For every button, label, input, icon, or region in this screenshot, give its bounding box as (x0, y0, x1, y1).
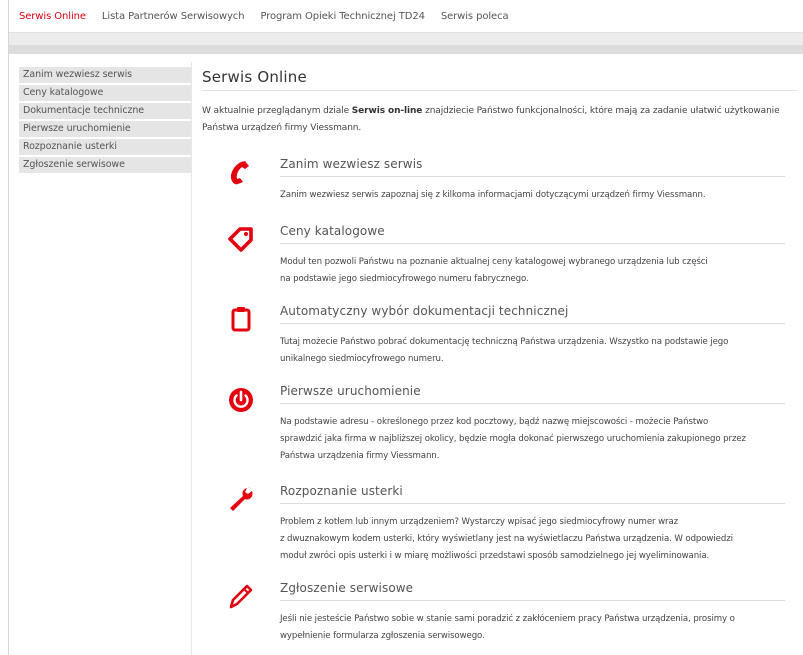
section-description-line: Zanim wezwiesz serwis zapoznaj się z kil… (280, 190, 706, 200)
section-description: Tutaj możecie Państwo pobrać dokumentacj… (280, 334, 790, 368)
section-description-line: wypełnienie formularza zgłoszenia serwis… (280, 631, 485, 641)
clipboard-icon (231, 307, 251, 332)
header-band-strip (9, 45, 803, 54)
section-title[interactable]: Zgłoszenie serwisowe (280, 581, 785, 601)
wrench-icon (230, 487, 253, 511)
intro-bold: Serwis on-line (351, 106, 423, 116)
intro-text-end: znajdziecie Państwo funkcjonalności, któ… (422, 106, 780, 116)
intro-text: W aktualnie przeglądanym dziale Serwis o… (202, 103, 787, 137)
sidebar-item-zanim-wezwiesz[interactable]: Zanim wezwiesz serwis (19, 67, 191, 83)
section-description-line: na podstawie jego siedmiocyfrowego numer… (280, 274, 529, 284)
section-description-line: unikalnego siedmiocyfrowego numeru. (280, 354, 444, 364)
sidebar-divider (191, 62, 192, 655)
section-description-line: Państwa urządzenia firmy Viessmann. (280, 451, 440, 461)
intro-text-start: W aktualnie przeglądanym dziale (202, 106, 352, 116)
section-title[interactable]: Rozpoznanie usterki (280, 484, 785, 504)
topnav-serwis-poleca[interactable]: Serwis poleca (441, 11, 509, 22)
power-icon (229, 388, 253, 412)
section-title[interactable]: Zanim wezwiesz serwis (280, 157, 785, 177)
section-description-line: z dwuznakowym kodem usterki, który wyświ… (280, 534, 733, 544)
topnav-program-opieki[interactable]: Program Opieki Technicznej TD24 (260, 11, 425, 22)
section-description-line: Na podstawie adresu - określonego przez … (280, 417, 709, 427)
intro-text-line2: Państwa urządzeń firmy Viessmann. (202, 123, 362, 133)
section-description: Zanim wezwiesz serwis zapoznaj się z kil… (280, 187, 790, 204)
section-title[interactable]: Automatyczny wybór dokumentacji technicz… (280, 304, 785, 324)
sidebar-item-zgloszenie[interactable]: Zgłoszenie serwisowe (19, 157, 191, 173)
section-description-line: sprawdzić jaka firma w najbliższej okoli… (280, 434, 746, 444)
pencil-icon (229, 584, 253, 609)
page-title: Serwis Online (202, 62, 797, 91)
section-description: Jeśli nie jesteście Państwo sobie w stan… (280, 611, 790, 645)
section-description: Moduł ten pozwoli Państwu na poznanie ak… (280, 254, 790, 288)
sidebar-item-rozpoznanie-usterki[interactable]: Rozpoznanie usterki (19, 139, 191, 155)
phone-icon (231, 161, 249, 185)
sidebar: Zanim wezwiesz serwis Ceny katalogowe Do… (19, 67, 191, 175)
top-navigation: Serwis Online Lista Partnerów Serwisowyc… (9, 0, 803, 32)
page-frame: Serwis Online Lista Partnerów Serwisowyc… (8, 0, 803, 655)
topnav-lista-partnerow[interactable]: Lista Partnerów Serwisowych (102, 11, 245, 22)
main-content: Serwis Online W aktualnie przeglądanym d… (202, 62, 797, 641)
section-description-line: Problem z kotłem lub innym urządzeniem? … (280, 517, 679, 527)
topnav-serwis-online[interactable]: Serwis Online (19, 11, 86, 22)
sidebar-item-dokumentacje[interactable]: Dokumentacje techniczne (19, 103, 191, 119)
section-description-line: Moduł ten pozwoli Państwu na poznanie ak… (280, 257, 708, 267)
section-description: Na podstawie adresu - określonego przez … (280, 414, 790, 465)
section-title[interactable]: Pierwsze uruchomienie (280, 384, 785, 404)
sidebar-item-ceny-katalogowe[interactable]: Ceny katalogowe (19, 85, 191, 101)
section-description: Problem z kotłem lub innym urządzeniem? … (280, 514, 790, 565)
sidebar-item-pierwsze-uruchomienie[interactable]: Pierwsze uruchomienie (19, 121, 191, 137)
section-description-line: Tutaj możecie Państwo pobrać dokumentacj… (280, 337, 729, 347)
section-description-line: moduł zwróci opis usterki i w miarę możl… (280, 551, 710, 561)
section-description-line: Jeśli nie jesteście Państwo sobie w stan… (280, 614, 735, 624)
section-title[interactable]: Ceny katalogowe (280, 224, 785, 244)
price-tag-icon (228, 227, 253, 252)
